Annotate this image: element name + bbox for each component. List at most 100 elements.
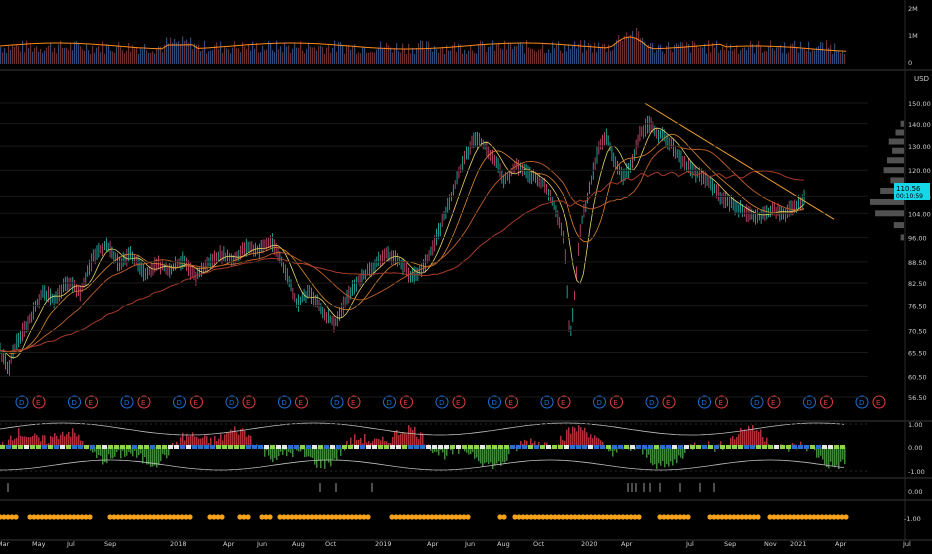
- volume-bar: [304, 53, 305, 64]
- volume-bar: [84, 51, 85, 64]
- signal-pane: [8, 483, 714, 492]
- volume-bar: [442, 47, 443, 64]
- volume-bar: [8, 46, 9, 64]
- volume-tick-label: 1M: [908, 32, 918, 40]
- oscillator-zero-segment: [438, 445, 443, 449]
- oscillator-zero-segment: [174, 445, 179, 449]
- price-tick-label: 56.50: [908, 394, 927, 402]
- volume-bar: [294, 43, 295, 64]
- volume-bar: [278, 49, 279, 64]
- oscillator-zero-segment: [504, 445, 509, 449]
- oscillator-bar-positive: [34, 434, 36, 447]
- volume-bar: [460, 45, 461, 64]
- volume-bar: [72, 50, 73, 64]
- volume-bar: [506, 50, 507, 64]
- oscillator-zero-segment: [606, 445, 611, 449]
- time-tick-label: Jun: [464, 540, 475, 548]
- volume-bar: [32, 52, 33, 64]
- oscillator-bar-negative: [326, 447, 328, 461]
- oscillator-bar-positive: [404, 433, 406, 447]
- oscillator-zero-segment: [396, 445, 401, 449]
- oscillator-zero-segment: [324, 445, 329, 449]
- oscillator-zero-segment: [402, 445, 407, 449]
- volume-bar: [808, 42, 809, 64]
- signal-dot: [465, 514, 470, 519]
- volume-bar: [392, 53, 393, 64]
- oscillator-zero-segment: [84, 445, 89, 449]
- volume-bar: [228, 49, 229, 64]
- oscillator-bar-positive: [74, 433, 76, 447]
- volume-bar: [548, 49, 549, 64]
- oscillator-zero-segment: [612, 445, 617, 449]
- signal-dot: [501, 514, 506, 519]
- volume-bar: [302, 51, 303, 64]
- volume-bar: [4, 48, 5, 64]
- time-tick-label: Aug: [497, 540, 510, 548]
- event-marker-letter: E: [36, 399, 40, 407]
- oscillator-zero-segment: [576, 445, 581, 449]
- oscillator-zero-segment: [48, 445, 53, 449]
- volume-bar: [192, 49, 193, 64]
- event-marker-letter: E: [404, 399, 408, 407]
- oscillator-zero-segment: [516, 445, 521, 449]
- oscillator-zero-segment: [318, 445, 323, 449]
- oscillator-zero-segment: [138, 445, 143, 449]
- oscillator-bar-negative: [672, 447, 674, 466]
- volume-bar: [772, 48, 773, 64]
- volume-profile-bar: [894, 222, 904, 228]
- volume-bar: [188, 43, 189, 64]
- signal-dot: [267, 514, 272, 519]
- volume-bar: [522, 44, 523, 64]
- oscillator-bar-negative: [666, 447, 668, 464]
- oscillator-zero-segment: [42, 445, 47, 449]
- oscillator-zero-segment: [726, 445, 731, 449]
- oscillator-bar-positive: [394, 432, 396, 447]
- signal-dot: [365, 514, 370, 519]
- last-price-tag: 110.56 00:10:59: [894, 183, 930, 200]
- oscillator-zero-segment: [774, 445, 779, 449]
- event-marker-letter: E: [246, 399, 250, 407]
- chart-stage[interactable]: DEDEDEDEDEDEDEDEDEDEDEDEDEDEDEDEDE MarMa…: [0, 0, 932, 550]
- oscillator-zero-segment: [390, 445, 395, 449]
- volume-bar: [456, 52, 457, 64]
- volume-bar: [744, 47, 745, 64]
- oscillator-bar-positive: [756, 430, 758, 447]
- volume-bar: [440, 49, 441, 64]
- price-chart[interactable]: DEDEDEDEDEDEDEDEDEDEDEDEDEDEDEDEDE MarMa…: [0, 0, 932, 550]
- volume-bar: [66, 48, 67, 64]
- volume-bar: [786, 54, 787, 64]
- oscillator-zero-segment: [822, 445, 827, 449]
- price-pane[interactable]: [0, 103, 834, 376]
- volume-bar: [604, 44, 605, 64]
- volume-tick-label: 2M: [908, 5, 918, 13]
- oscillator-zero-segment: [306, 445, 311, 449]
- volume-bar: [630, 35, 631, 64]
- oscillator-zero-segment: [378, 445, 383, 449]
- oscillator-bar-negative: [316, 447, 318, 468]
- volume-bar: [180, 44, 181, 64]
- volume-bar: [140, 48, 141, 64]
- oscillator-zero-segment: [660, 445, 665, 449]
- volume-bar: [724, 50, 725, 64]
- oscillator-zero-segment: [186, 445, 191, 449]
- time-tick-label: Jul: [685, 540, 694, 548]
- event-marker-letter: E: [719, 399, 723, 407]
- volume-bar: [448, 51, 449, 64]
- moving-average-fast: [0, 128, 804, 358]
- signal-dot: [245, 514, 250, 519]
- volume-bar: [310, 46, 311, 64]
- volume-bar: [230, 53, 231, 64]
- oscillator-zero-segment: [756, 445, 761, 449]
- volume-bar: [314, 47, 315, 64]
- volume-bar: [156, 48, 157, 64]
- volume-bar: [612, 50, 613, 64]
- time-tick-label: Jul: [902, 540, 911, 548]
- volume-bar: [190, 38, 191, 64]
- volume-bar: [526, 40, 527, 64]
- volume-bar: [496, 45, 497, 64]
- volume-bar: [668, 42, 669, 64]
- volume-bar: [792, 44, 793, 64]
- volume-bar: [560, 51, 561, 64]
- volume-bar: [346, 45, 347, 64]
- oscillator-bar-positive: [54, 433, 56, 447]
